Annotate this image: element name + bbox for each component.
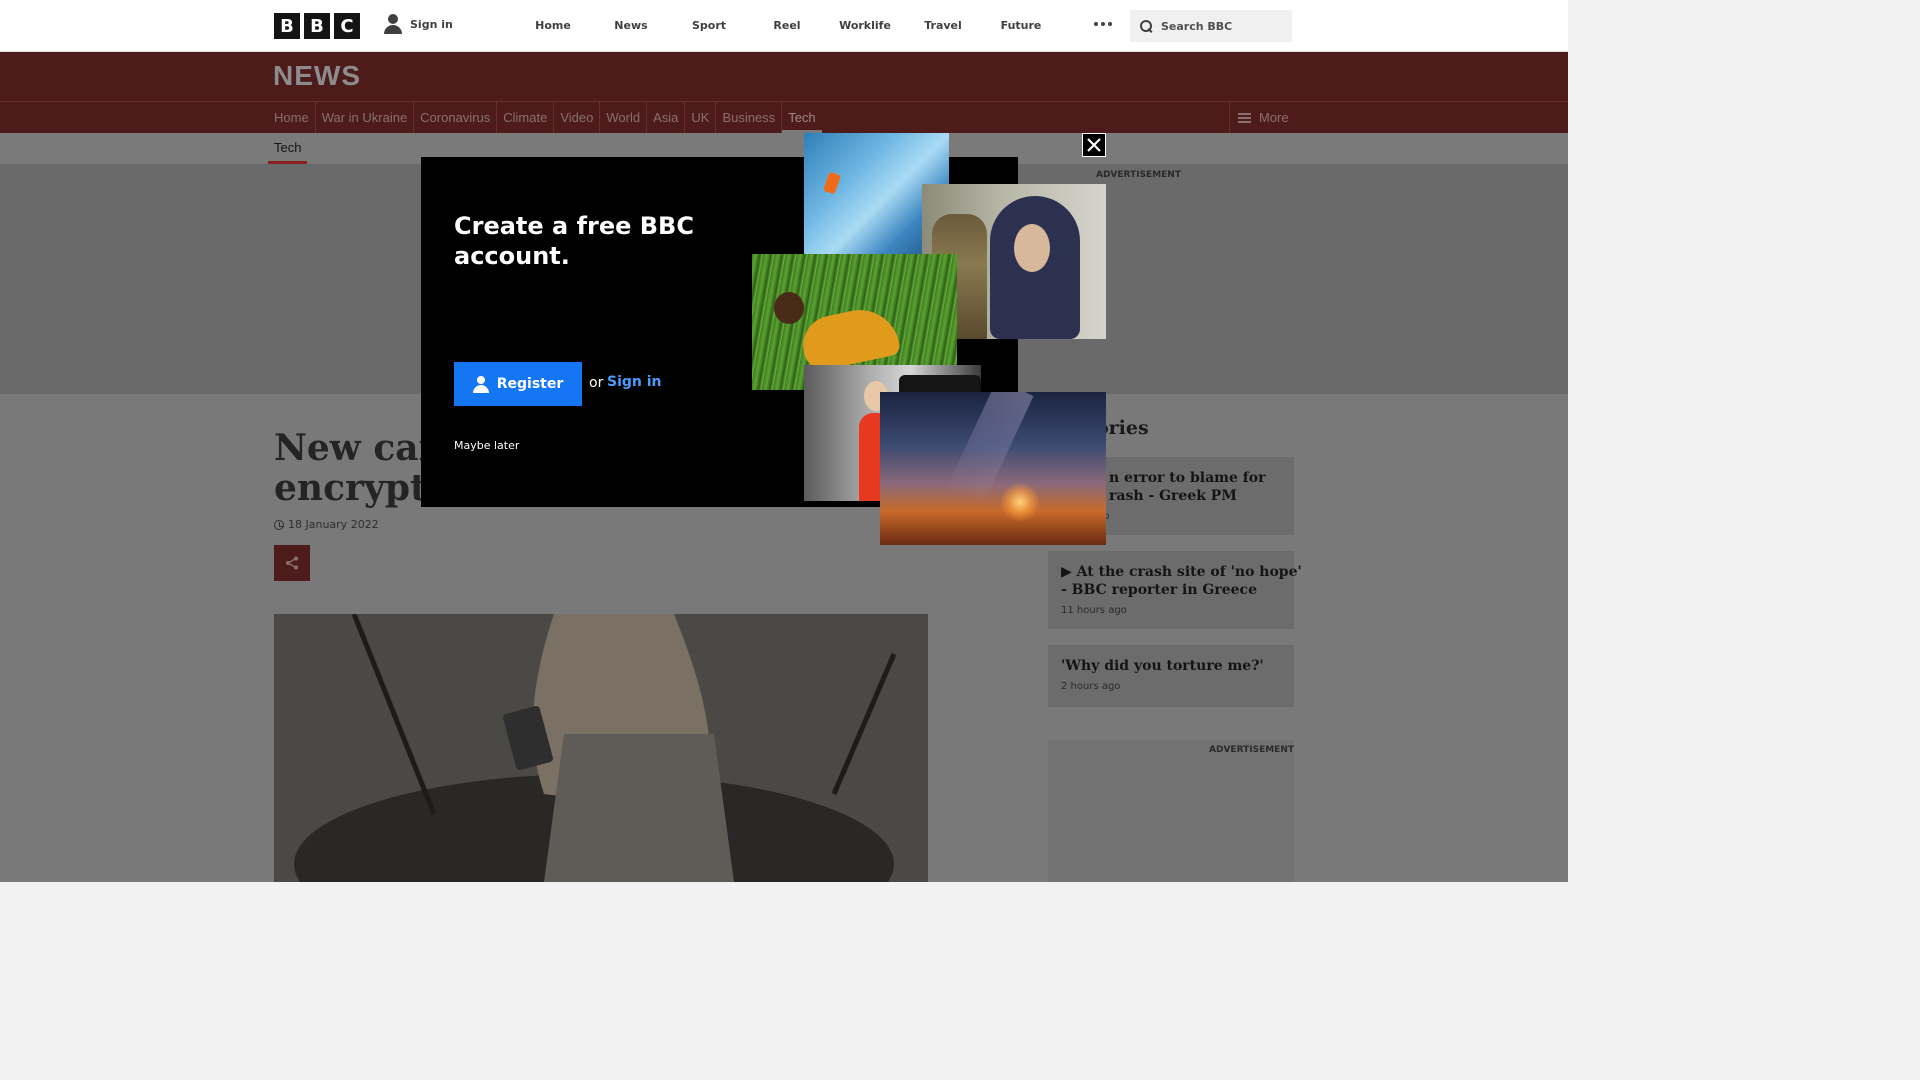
- close-icon: [1087, 138, 1101, 152]
- article-hero-image: [274, 614, 928, 882]
- header-signin-link[interactable]: Sign in: [384, 14, 453, 34]
- top-story-item[interactable]: ▶ At the crash site of 'no hope' - BBC r…: [1048, 551, 1302, 629]
- news-nav-more-button[interactable]: More: [1229, 102, 1289, 133]
- news-nav-business[interactable]: Business: [716, 102, 783, 133]
- article-date-text: 18 January 2022: [288, 518, 379, 531]
- news-nav-war-in-ukraine[interactable]: War in Ukraine: [316, 102, 415, 133]
- search-placeholder: Search BBC: [1161, 19, 1233, 33]
- global-nav-reel[interactable]: Reel: [748, 0, 826, 52]
- close-modal-button[interactable]: [1082, 133, 1106, 157]
- modal-title: Create a free BBC account.: [454, 212, 694, 270]
- share-button[interactable]: [274, 545, 310, 581]
- register-button[interactable]: Register: [454, 362, 582, 406]
- global-nav-future[interactable]: Future: [982, 0, 1060, 52]
- news-masthead: NEWS: [0, 52, 1568, 101]
- maybe-later-button[interactable]: Maybe later: [454, 439, 519, 452]
- news-nav-world[interactable]: World: [600, 102, 648, 133]
- advert-label: ADVERTISEMENT: [1096, 170, 1181, 180]
- top-story-item[interactable]: 'Why did you torture me?' 2 hours ago: [1048, 645, 1294, 707]
- night-sky-desert-image: [880, 392, 1106, 545]
- or-text: or: [589, 375, 604, 391]
- top-story-headline: ▶ At the crash site of 'no hope' - BBC r…: [1061, 563, 1302, 599]
- global-nav-home[interactable]: Home: [514, 0, 592, 52]
- play-icon: ▶: [1061, 564, 1077, 580]
- user-icon: [472, 375, 489, 393]
- global-nav-news[interactable]: News: [592, 0, 670, 52]
- register-label: Register: [496, 376, 564, 392]
- search-icon: [1140, 19, 1153, 33]
- top-story-time: 11 hours ago: [1061, 605, 1127, 616]
- article-date: 18 January 2022: [274, 518, 379, 531]
- user-icon: [384, 14, 402, 34]
- news-title[interactable]: NEWS: [273, 60, 361, 92]
- bbc-logo[interactable]: B B C: [274, 13, 360, 39]
- news-nav-tech[interactable]: Tech: [782, 102, 822, 133]
- news-nav-more-label: More: [1259, 110, 1289, 125]
- news-nav-video[interactable]: Video: [554, 102, 601, 133]
- top-story-headline-text: At the crash site of 'no hope' - BBC rep…: [1061, 564, 1302, 598]
- advert-label: ADVERTISEMENT: [1209, 745, 1294, 755]
- news-nav-coronavirus[interactable]: Coronavirus: [414, 102, 498, 133]
- bbc-logo-letter: B: [304, 13, 330, 39]
- bbc-logo-letter: C: [334, 13, 360, 39]
- menu-icon: [1238, 112, 1251, 123]
- news-nav-climate[interactable]: Climate: [497, 102, 555, 133]
- clock-icon: [274, 519, 284, 530]
- news-nav-asia[interactable]: Asia: [647, 102, 686, 133]
- modal-signin-link[interactable]: Sign in: [607, 374, 662, 390]
- news-nav-home[interactable]: Home: [268, 102, 316, 133]
- global-header: B B C Sign in Home News Sport Reel Workl…: [0, 0, 1568, 52]
- share-icon: [286, 556, 298, 570]
- more-menu-icon[interactable]: [1094, 22, 1112, 26]
- global-nav-sport[interactable]: Sport: [670, 0, 748, 52]
- subnav-tab-tech[interactable]: Tech: [268, 133, 308, 164]
- global-nav-travel[interactable]: Travel: [904, 0, 982, 52]
- top-story-time: 2 hours ago: [1061, 681, 1121, 692]
- global-nav-worklife[interactable]: Worklife: [826, 0, 904, 52]
- search-input[interactable]: Search BBC: [1130, 10, 1292, 42]
- right-advert-area: ADVERTISEMENT: [1048, 740, 1294, 882]
- header-signin-label: Sign in: [410, 17, 453, 31]
- top-story-headline: 'Why did you torture me?': [1061, 658, 1264, 674]
- news-nav: Home War in Ukraine Coronavirus Climate …: [0, 101, 1568, 133]
- news-nav-uk[interactable]: UK: [685, 102, 717, 133]
- global-nav: Home News Sport Reel Worklife Travel Fut…: [514, 0, 1060, 52]
- bbc-logo-letter: B: [274, 13, 300, 39]
